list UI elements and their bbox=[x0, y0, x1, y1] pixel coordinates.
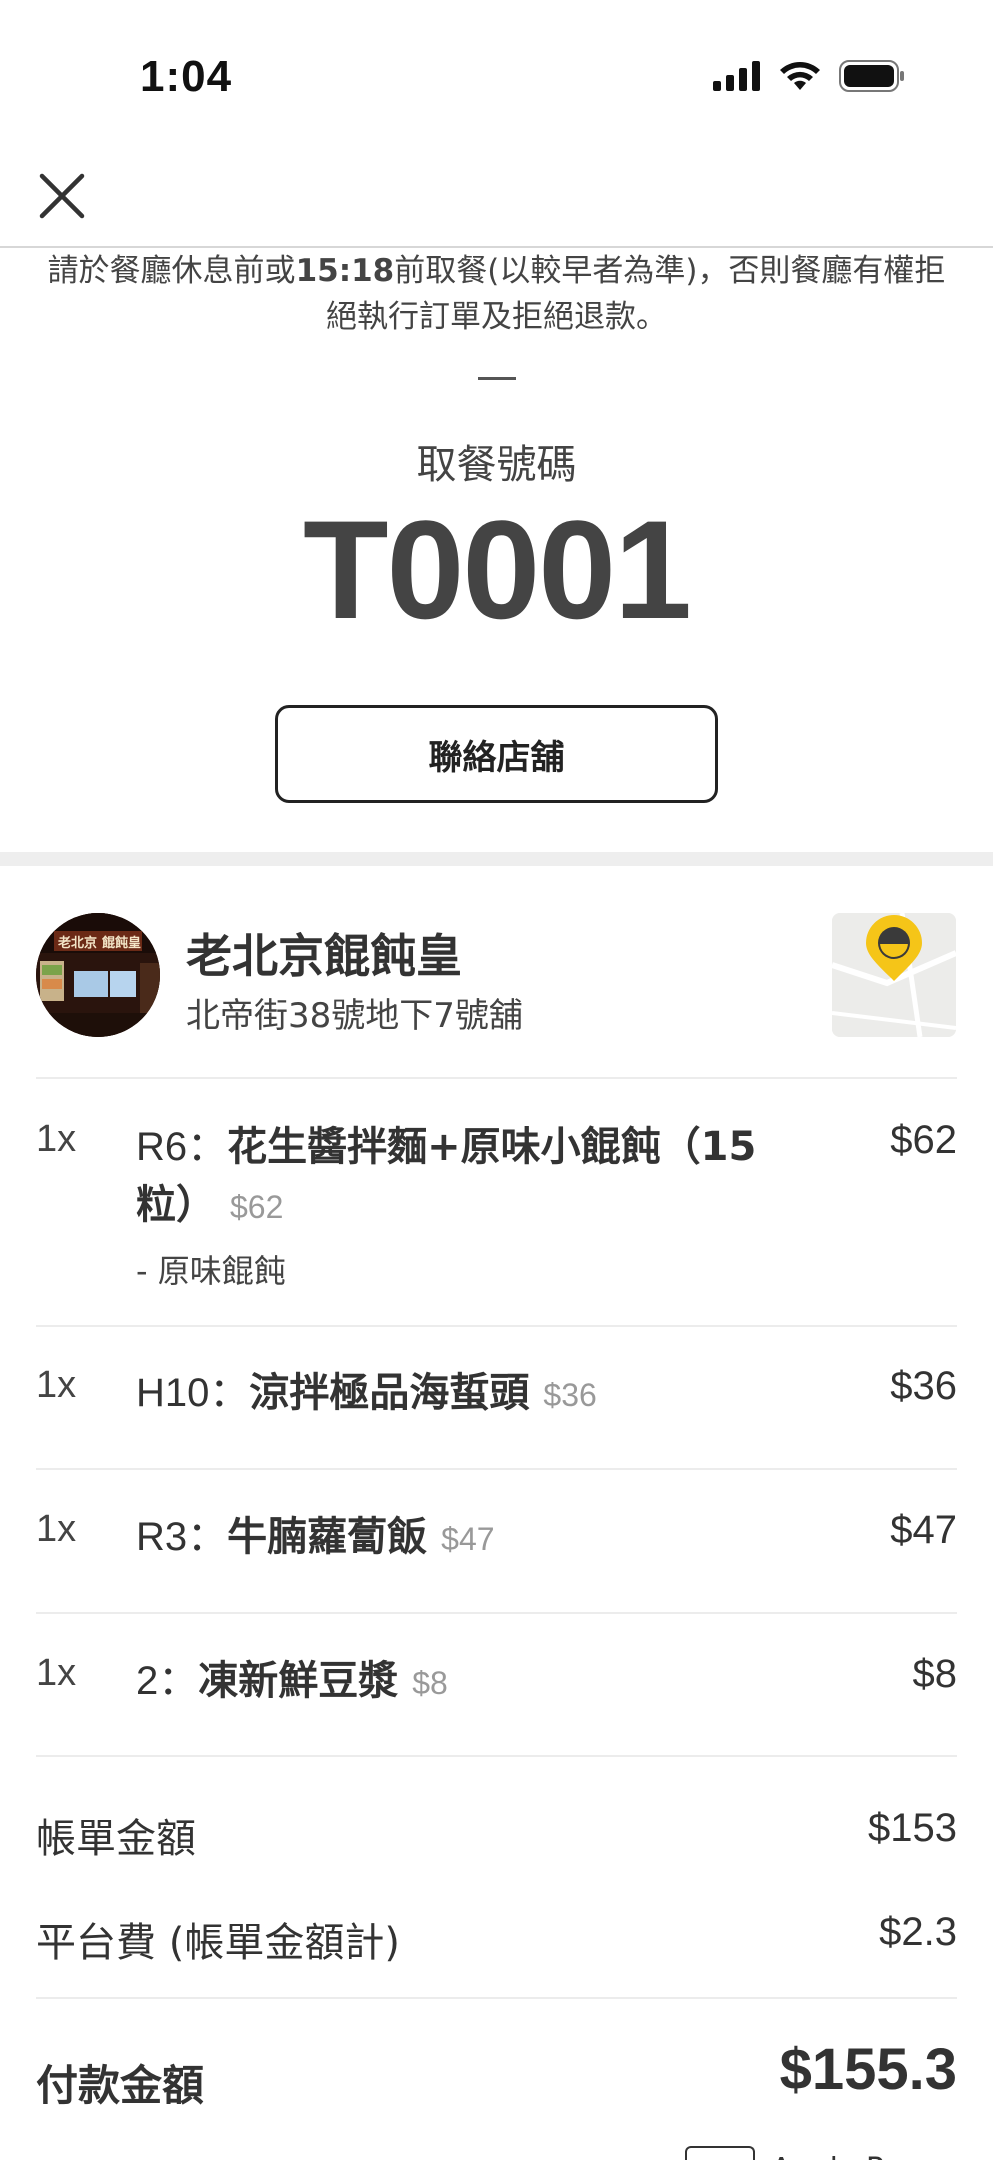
pickup-notice: 請於餐廳休息前或15:18前取餐(以較早者為準)，否則餐廳有權拒絕執行訂單及拒絕… bbox=[36, 248, 957, 340]
item-code: R6： bbox=[136, 1125, 228, 1169]
item-title: 涼拌極品海蜇頭 bbox=[249, 1370, 530, 1416]
item-quantity: 1x bbox=[36, 1508, 77, 1550]
item-option: - 原味餛飩 bbox=[136, 1252, 286, 1290]
card-icon bbox=[685, 2146, 755, 2160]
close-button[interactable] bbox=[36, 170, 88, 222]
order-pickup-page: 1:04 請於餐廳休息前或15:18前取餐(以較早者為準)，否則餐廳有權拒絕執行… bbox=[0, 0, 993, 2160]
avatar-sign-text-1: 老北京 bbox=[57, 935, 97, 951]
restaurant-avatar: 老北京 餛飩皇 bbox=[36, 913, 160, 1037]
subtotal-label: 帳單金額 bbox=[36, 1816, 196, 1862]
status-icons bbox=[713, 60, 905, 92]
item-code: R3： bbox=[136, 1515, 228, 1559]
item-price: $62 bbox=[890, 1118, 957, 1162]
item-name: R6：花生醬拌麵+原味小餛飩（15粒） $62 bbox=[136, 1118, 816, 1236]
restaurant-photo: 老北京 餛飩皇 bbox=[36, 913, 160, 1037]
battery-icon bbox=[839, 60, 904, 92]
pickup-number: T0001 bbox=[303, 491, 692, 648]
item-quantity: 1x bbox=[36, 1652, 77, 1694]
item-code: H10： bbox=[136, 1371, 250, 1415]
item-name: H10：涼拌極品海蜇頭 $36 bbox=[136, 1364, 816, 1424]
item-title: 凍新鮮豆漿 bbox=[198, 1658, 399, 1704]
item-name: 2：凍新鮮豆漿 $8 bbox=[136, 1652, 816, 1712]
subtotal-value: $153 bbox=[868, 1806, 957, 1850]
divider-dash bbox=[478, 377, 516, 380]
item-title: 牛腩蘿蔔飯 bbox=[227, 1514, 428, 1560]
pickup-number-label: 取餐號碼 bbox=[416, 442, 577, 488]
divider bbox=[36, 1325, 957, 1327]
item-price: $47 bbox=[890, 1508, 957, 1552]
divider bbox=[36, 1077, 957, 1079]
nav-bar bbox=[0, 150, 993, 248]
status-bar: 1:04 bbox=[0, 0, 993, 150]
signal-icon bbox=[713, 61, 760, 91]
restaurant-name: 老北京餛飩皇 bbox=[186, 929, 462, 983]
restaurant-address: 北帝街38號地下7號舖 bbox=[186, 996, 523, 1036]
item-price: $36 bbox=[890, 1364, 957, 1408]
map-thumbnail[interactable] bbox=[832, 913, 956, 1037]
notice-suffix: 前取餐(以較早者為準)，否則餐廳有權拒絕執行訂單及拒絕退款。 bbox=[326, 253, 946, 335]
item-unit-price: $8 bbox=[412, 1665, 448, 1701]
map-image bbox=[832, 913, 956, 1037]
item-unit-price: $47 bbox=[441, 1521, 495, 1557]
close-icon bbox=[39, 173, 85, 219]
notice-time: 15:18 bbox=[295, 253, 395, 289]
payment-amount-value: $155.3 bbox=[779, 2037, 957, 2102]
platform-fee-label: 平台費 (帳單金額計) bbox=[36, 1920, 400, 1966]
item-quantity: 1x bbox=[36, 1364, 77, 1406]
item-name: R3：牛腩蘿蔔飯 $47 bbox=[136, 1508, 816, 1568]
payment-method-label: Apple Pay bbox=[771, 2152, 919, 2160]
status-time: 1:04 bbox=[140, 52, 233, 101]
section-separator bbox=[0, 852, 993, 866]
item-unit-price: $36 bbox=[543, 1377, 597, 1413]
item-unit-price: $62 bbox=[230, 1189, 284, 1225]
divider bbox=[36, 1997, 957, 1999]
wifi-icon bbox=[780, 62, 820, 90]
item-price: $8 bbox=[912, 1652, 958, 1696]
avatar-sign-text-2: 餛飩皇 bbox=[102, 935, 141, 951]
payment-amount-label: 付款金額 bbox=[36, 2061, 205, 2110]
item-quantity: 1x bbox=[36, 1118, 77, 1160]
platform-fee-value: $2.3 bbox=[879, 1910, 957, 1954]
notice-prefix: 請於餐廳休息前或 bbox=[47, 253, 296, 289]
contact-store-button[interactable]: 聯絡店舖 bbox=[275, 705, 718, 803]
item-code: 2： bbox=[136, 1659, 199, 1703]
divider bbox=[36, 1468, 957, 1470]
payment-method: Apple Pay bbox=[685, 2146, 919, 2160]
divider bbox=[36, 1755, 957, 1757]
divider bbox=[36, 1612, 957, 1614]
